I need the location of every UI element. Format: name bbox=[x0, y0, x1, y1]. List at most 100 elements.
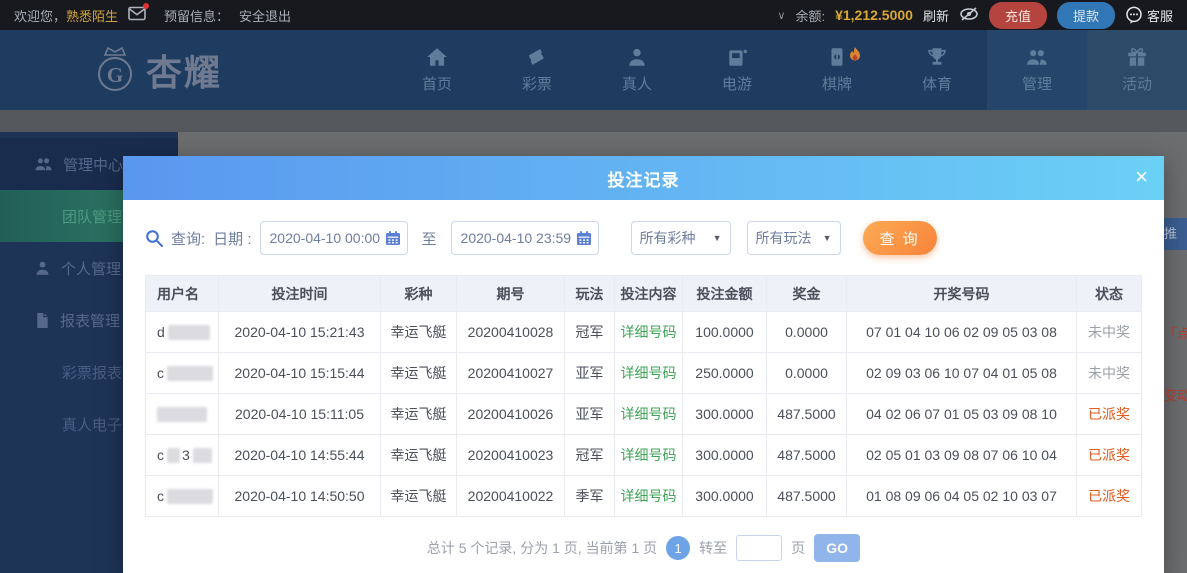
col-username: 用户名 bbox=[146, 276, 219, 311]
cell-amount: 300.0000 bbox=[683, 435, 767, 475]
background-panel-fragment: 推 bbox=[1164, 218, 1187, 250]
nav-item-boardgames[interactable]: 棋牌 bbox=[787, 30, 887, 110]
masked-username bbox=[157, 406, 207, 422]
ticket-icon bbox=[528, 48, 544, 65]
brand-logo[interactable]: G 杏耀 bbox=[92, 30, 222, 110]
logout-link[interactable]: 安全退出 bbox=[239, 6, 291, 25]
panel-fragment-text: 推 bbox=[1164, 226, 1178, 241]
date-from-field bbox=[259, 221, 408, 255]
goto-page-input[interactable] bbox=[736, 535, 783, 561]
nav-item-egames[interactable]: 电游 bbox=[687, 30, 787, 110]
nav-item-manage[interactable]: 管理 bbox=[987, 30, 1087, 110]
cell-prize: 0.0000 bbox=[767, 312, 847, 352]
nav-menu: 首页 彩票 真人 电游 棋牌 体育 管理 活动 bbox=[387, 30, 1187, 110]
page-number-button[interactable]: 1 bbox=[666, 536, 691, 560]
customer-service-label: 客服 bbox=[1146, 8, 1173, 24]
table-row: c 2020-04-10 15:15:44 幸运飞艇 20200410027 亚… bbox=[146, 353, 1141, 394]
cell-amount: 300.0000 bbox=[683, 476, 767, 516]
cell-amount: 300.0000 bbox=[683, 394, 767, 434]
nav-item-label: 棋牌 bbox=[821, 75, 852, 93]
col-status: 状态 bbox=[1095, 285, 1123, 302]
close-icon[interactable]: × bbox=[1135, 166, 1148, 188]
cell-content: 详细号码 bbox=[615, 435, 683, 475]
top-bar: 欢迎您， 熟悉陌生 预留信息： 安全退出 ∨ 余额: ¥1,212.5000 刷… bbox=[0, 0, 1187, 30]
modal-header: 投注记录 × bbox=[123, 156, 1164, 200]
filter-bar: 查询: 日期 : 至 所有彩种 ▼ 所有玩法 ▼ 查 询 bbox=[123, 221, 1164, 255]
cell-issue: 20200410023 bbox=[457, 435, 565, 475]
search-button[interactable]: 查 询 bbox=[862, 221, 937, 255]
welcome-text: 欢迎您， bbox=[14, 8, 67, 24]
col-lottery: 彩种 bbox=[381, 276, 457, 311]
cell-play: 冠军 bbox=[565, 312, 615, 352]
nav-item-live[interactable]: 真人 bbox=[587, 30, 687, 110]
cell-play: 季军 bbox=[565, 476, 615, 516]
modal-title: 投注记录 bbox=[607, 170, 680, 190]
masked-username bbox=[167, 324, 210, 340]
page-unit-label: 页 bbox=[791, 540, 806, 556]
background-red-text-fragment: 「点击 bbox=[1164, 323, 1187, 342]
play-type-select[interactable]: 所有玩法 ▼ bbox=[746, 221, 841, 255]
table-header-row: 用户名 投注时间 彩种 期号 玩法 投注内容 投注金额 奖金 开奖号码 状态 bbox=[146, 276, 1141, 312]
nav-item-label: 首页 bbox=[421, 75, 452, 93]
nav-item-home[interactable]: 首页 bbox=[387, 30, 487, 110]
cell-username bbox=[146, 394, 219, 434]
status-badge: 已派奖 bbox=[1088, 406, 1130, 422]
cell-lottery: 幸运飞艇 bbox=[381, 394, 457, 434]
masked-username bbox=[167, 365, 213, 381]
bet-records-table: 用户名 投注时间 彩种 期号 玩法 投注内容 投注金额 奖金 开奖号码 状态 d… bbox=[145, 275, 1142, 517]
nav-item-promos[interactable]: 活动 bbox=[1087, 30, 1187, 110]
nav-item-label: 活动 bbox=[1121, 75, 1152, 93]
refresh-button[interactable]: 刷新 bbox=[923, 6, 949, 25]
cell-username: c3 bbox=[146, 435, 219, 475]
tile-icon bbox=[831, 47, 843, 66]
svg-text:G: G bbox=[107, 63, 123, 87]
go-button[interactable]: GO bbox=[814, 534, 861, 562]
cell-username: c bbox=[146, 476, 219, 516]
cell-lottery: 幸运飞艇 bbox=[381, 312, 457, 352]
withdraw-button[interactable]: 提款 bbox=[1056, 1, 1115, 29]
col-bet-time: 投注时间 bbox=[219, 276, 381, 311]
detail-numbers-link[interactable]: 详细号码 bbox=[621, 322, 677, 342]
col-play: 玩法 bbox=[565, 276, 615, 311]
balance-amount: ¥1,212.5000 bbox=[835, 7, 913, 23]
lottery-select-value: 所有彩种 bbox=[639, 230, 696, 246]
detail-numbers-link[interactable]: 详细号码 bbox=[621, 404, 677, 424]
home-icon bbox=[427, 47, 447, 66]
calendar-icon[interactable] bbox=[576, 230, 592, 250]
detail-numbers-link[interactable]: 详细号码 bbox=[621, 486, 677, 506]
cell-amount: 250.0000 bbox=[683, 353, 767, 393]
nav-item-label: 彩票 bbox=[521, 75, 552, 93]
cell-issue: 20200410026 bbox=[457, 394, 565, 434]
pagination-summary: 总计 5 个记录, 分为 1 页, 当前第 1 页 bbox=[426, 540, 658, 556]
calendar-icon[interactable] bbox=[385, 230, 401, 250]
cell-draw-numbers: 02 05 01 03 09 08 07 06 10 04 bbox=[847, 435, 1077, 475]
nav-item-sports[interactable]: 体育 bbox=[887, 30, 987, 110]
eye-off-icon[interactable] bbox=[959, 6, 979, 24]
cell-issue: 20200410028 bbox=[457, 312, 565, 352]
nav-item-lottery[interactable]: 彩票 bbox=[487, 30, 587, 110]
person-icon bbox=[36, 261, 49, 275]
nav-item-label: 电游 bbox=[721, 75, 752, 93]
main-nav: G 杏耀 首页 彩票 真人 电游 棋牌 体育 管理 活动 bbox=[0, 30, 1187, 110]
sidebar-item-label: 团队管理 bbox=[62, 208, 123, 226]
sidebar-item-label: 彩票报表 bbox=[62, 364, 123, 382]
cell-prize: 487.5000 bbox=[767, 435, 847, 475]
deposit-button[interactable]: 充值 bbox=[988, 1, 1047, 29]
cell-bet-time: 2020-04-10 14:50:50 bbox=[219, 476, 381, 516]
balance-label: 余额: bbox=[795, 8, 826, 24]
person-icon bbox=[629, 48, 645, 66]
play-select-value: 所有玩法 bbox=[755, 230, 812, 246]
cell-username: d bbox=[146, 312, 219, 352]
detail-numbers-link[interactable]: 详细号码 bbox=[621, 363, 677, 383]
cell-username: c bbox=[146, 353, 219, 393]
chevron-down-icon[interactable]: ∨ bbox=[777, 9, 785, 22]
dropdown-arrow-icon: ▼ bbox=[712, 233, 722, 243]
lottery-type-select[interactable]: 所有彩种 ▼ bbox=[630, 221, 731, 255]
table-row: 2020-04-10 15:11:05 幸运飞艇 20200410026 亚军 … bbox=[146, 394, 1141, 435]
status-badge: 未中奖 bbox=[1088, 324, 1130, 340]
trophy-icon bbox=[928, 47, 946, 65]
mail-icon[interactable] bbox=[128, 3, 150, 24]
customer-service-button[interactable]: 客服 bbox=[1125, 6, 1173, 25]
sidebar-item-label: 管理中心 bbox=[63, 156, 124, 174]
detail-numbers-link[interactable]: 详细号码 bbox=[621, 445, 677, 465]
